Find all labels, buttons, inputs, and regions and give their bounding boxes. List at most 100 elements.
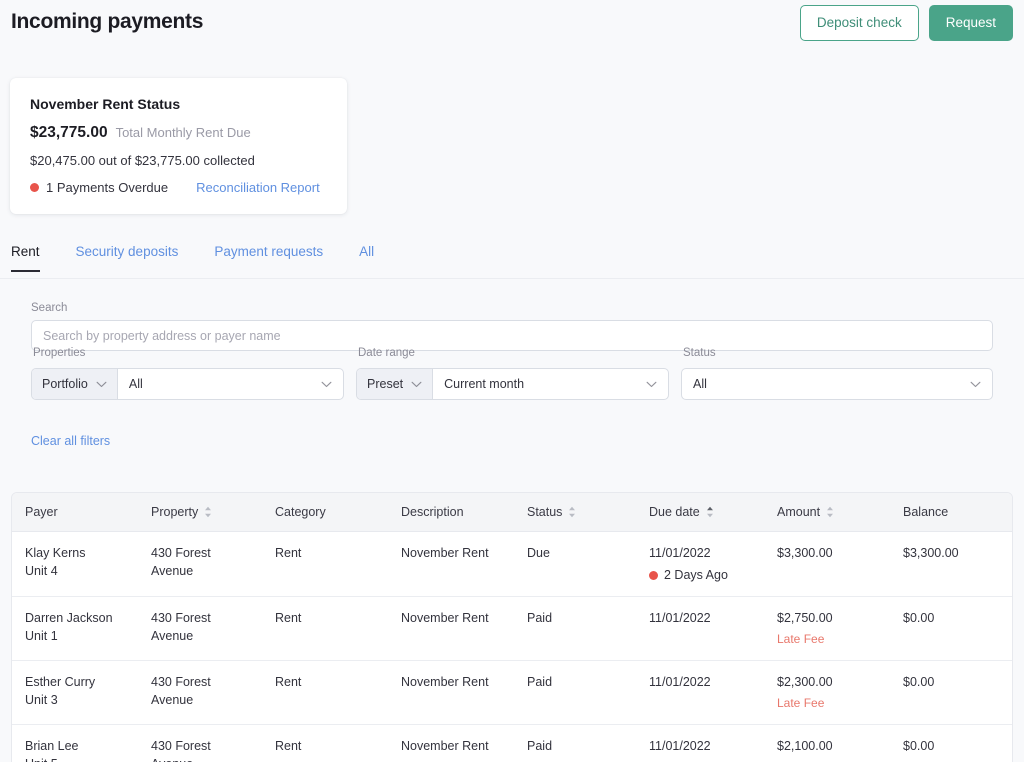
cell-property: 430 Forest Avenue — [138, 531, 262, 597]
table-row[interactable]: Klay Kerns Unit 4 430 Forest Avenue Rent… — [12, 531, 1012, 597]
column-label-category: Category — [275, 505, 326, 519]
properties-select[interactable]: All — [118, 369, 343, 399]
column-header-status[interactable]: Status — [514, 493, 636, 532]
column-label-payer: Payer — [25, 505, 58, 519]
late-fee-badge: Late Fee — [777, 632, 825, 646]
tab-all[interactable]: All — [359, 244, 374, 272]
column-label-status: Status — [527, 505, 563, 519]
due-date-value: 11/01/2022 — [649, 546, 711, 560]
tab-payment-requests[interactable]: Payment requests — [214, 244, 323, 272]
table-header-row: Payer Property Category Description Stat… — [12, 493, 1012, 532]
column-header-category[interactable]: Category — [262, 493, 388, 532]
rent-total-label: Total Monthly Rent Due — [115, 125, 251, 140]
column-header-amount[interactable]: Amount — [764, 493, 890, 532]
payments-table: Payer Property Category Description Stat… — [12, 493, 1012, 762]
clear-all-filters-link[interactable]: Clear all filters — [31, 434, 110, 448]
chevron-down-icon — [321, 381, 332, 387]
cell-due-date: 11/01/2022 2 Days Ago — [636, 531, 764, 597]
column-header-balance[interactable]: Balance — [890, 493, 1012, 532]
payments-table-container: Payer Property Category Description Stat… — [11, 492, 1013, 762]
status-select[interactable]: All — [681, 368, 993, 400]
cell-property: 430 Forest Avenue — [138, 725, 262, 762]
cell-amount: $2,750.00 Late Fee — [764, 596, 890, 661]
cell-payer: Klay Kerns Unit 4 — [12, 531, 138, 597]
cell-status: Due — [514, 531, 636, 597]
column-header-description[interactable]: Description — [388, 493, 514, 532]
payer-name: Brian Lee — [25, 739, 79, 753]
cell-category: Rent — [262, 596, 388, 661]
rent-total-row: $23,775.00 Total Monthly Rent Due — [30, 124, 327, 142]
property-line1: 430 Forest — [151, 611, 211, 625]
date-range-scope-dropdown[interactable]: Preset — [357, 369, 434, 399]
properties-scope-dropdown[interactable]: Portfolio — [32, 369, 118, 399]
column-label-balance: Balance — [903, 505, 949, 519]
rent-total-amount: $23,775.00 — [30, 124, 108, 141]
cell-description: November Rent — [388, 596, 514, 661]
rent-collected-text: $20,475.00 out of $23,775.00 collected — [30, 153, 255, 168]
column-header-property[interactable]: Property — [138, 493, 262, 532]
rent-status-title: November Rent Status — [30, 96, 181, 112]
cell-description: November Rent — [388, 531, 514, 597]
cell-status: Paid — [514, 660, 636, 725]
header-actions: Deposit check Request — [799, 5, 1013, 41]
property-line2: Avenue — [151, 755, 252, 762]
chevron-down-icon — [411, 381, 422, 387]
payer-unit: Unit 3 — [25, 693, 58, 707]
column-label-description: Description — [401, 505, 464, 519]
request-button[interactable]: Request — [928, 5, 1013, 41]
tab-security-deposits[interactable]: Security deposits — [76, 244, 179, 272]
property-line1: 430 Forest — [151, 546, 211, 560]
table-row[interactable]: Brian Lee Unit 5 430 Forest Avenue Rent … — [12, 725, 1012, 762]
incoming-payments-page: Incoming payments Deposit check Request … — [0, 0, 1024, 762]
due-date-note: 2 Days Ago — [649, 566, 754, 584]
cell-amount: $2,100.00 — [764, 725, 890, 762]
page-title: Incoming payments — [11, 10, 204, 33]
cell-category: Rent — [275, 739, 302, 753]
cell-due-date: 11/01/2022 — [636, 660, 764, 725]
table-row[interactable]: Esther Curry Unit 3 430 Forest Avenue Re… — [12, 660, 1012, 725]
alert-dot-icon — [649, 570, 658, 580]
column-label-property: Property — [151, 505, 199, 519]
column-header-payer[interactable]: Payer — [12, 493, 138, 532]
date-range-scope-label: Preset — [367, 377, 404, 391]
overdue-status: 1 Payments Overdue — [30, 180, 168, 195]
cell-description: November Rent — [388, 660, 514, 725]
amount-value: $2,750.00 — [777, 611, 833, 625]
cell-payer: Esther Curry Unit 3 — [12, 660, 138, 725]
cell-amount: $3,300.00 — [764, 531, 890, 597]
table-body: Klay Kerns Unit 4 430 Forest Avenue Rent… — [12, 531, 1012, 762]
date-range-select[interactable]: Current month — [433, 369, 668, 399]
cell-balance: $0.00 — [903, 739, 935, 753]
cell-amount: $2,300.00 Late Fee — [764, 660, 890, 725]
tabs-divider — [0, 278, 1024, 279]
column-header-due-date[interactable]: Due date — [636, 493, 764, 532]
amount-value: $3,300.00 — [777, 546, 833, 560]
cell-property: 430 Forest Avenue — [138, 596, 262, 661]
payer-unit: Unit 4 — [25, 564, 58, 578]
payer-unit: Unit 1 — [25, 629, 58, 643]
property-line2: Avenue — [151, 564, 194, 578]
cell-status: Paid — [514, 596, 636, 661]
cell-due-date: 11/01/2022 — [636, 596, 764, 661]
due-date-note-label: 2 Days Ago — [664, 568, 728, 582]
properties-selected-value: All — [128, 377, 143, 391]
properties-combo: Portfolio All — [31, 368, 344, 400]
date-range-combo: Preset Current month — [356, 368, 669, 400]
tab-rent[interactable]: Rent — [11, 244, 40, 272]
column-label-due-date: Due date — [649, 505, 700, 519]
deposit-check-button[interactable]: Deposit check — [799, 5, 919, 41]
reconciliation-report-link[interactable]: Reconciliation Report — [196, 180, 320, 195]
cell-status: Paid — [527, 739, 553, 753]
date-range-selected-value: Current month — [444, 377, 525, 391]
search-input[interactable] — [31, 320, 993, 351]
chevron-down-icon — [970, 381, 981, 387]
amount-value: $2,300.00 — [777, 675, 833, 689]
property-line1: 430 Forest — [151, 675, 211, 689]
cell-category: Rent — [262, 660, 388, 725]
status-label: Status — [683, 347, 716, 359]
cell-balance: $0.00 — [890, 660, 1012, 725]
late-fee-badge: Late Fee — [777, 696, 825, 710]
table-row[interactable]: Darren Jackson Unit 1 430 Forest Avenue … — [12, 596, 1012, 661]
page-header: Incoming payments Deposit check Request — [0, 0, 1024, 60]
cell-property: 430 Forest Avenue — [138, 660, 262, 725]
